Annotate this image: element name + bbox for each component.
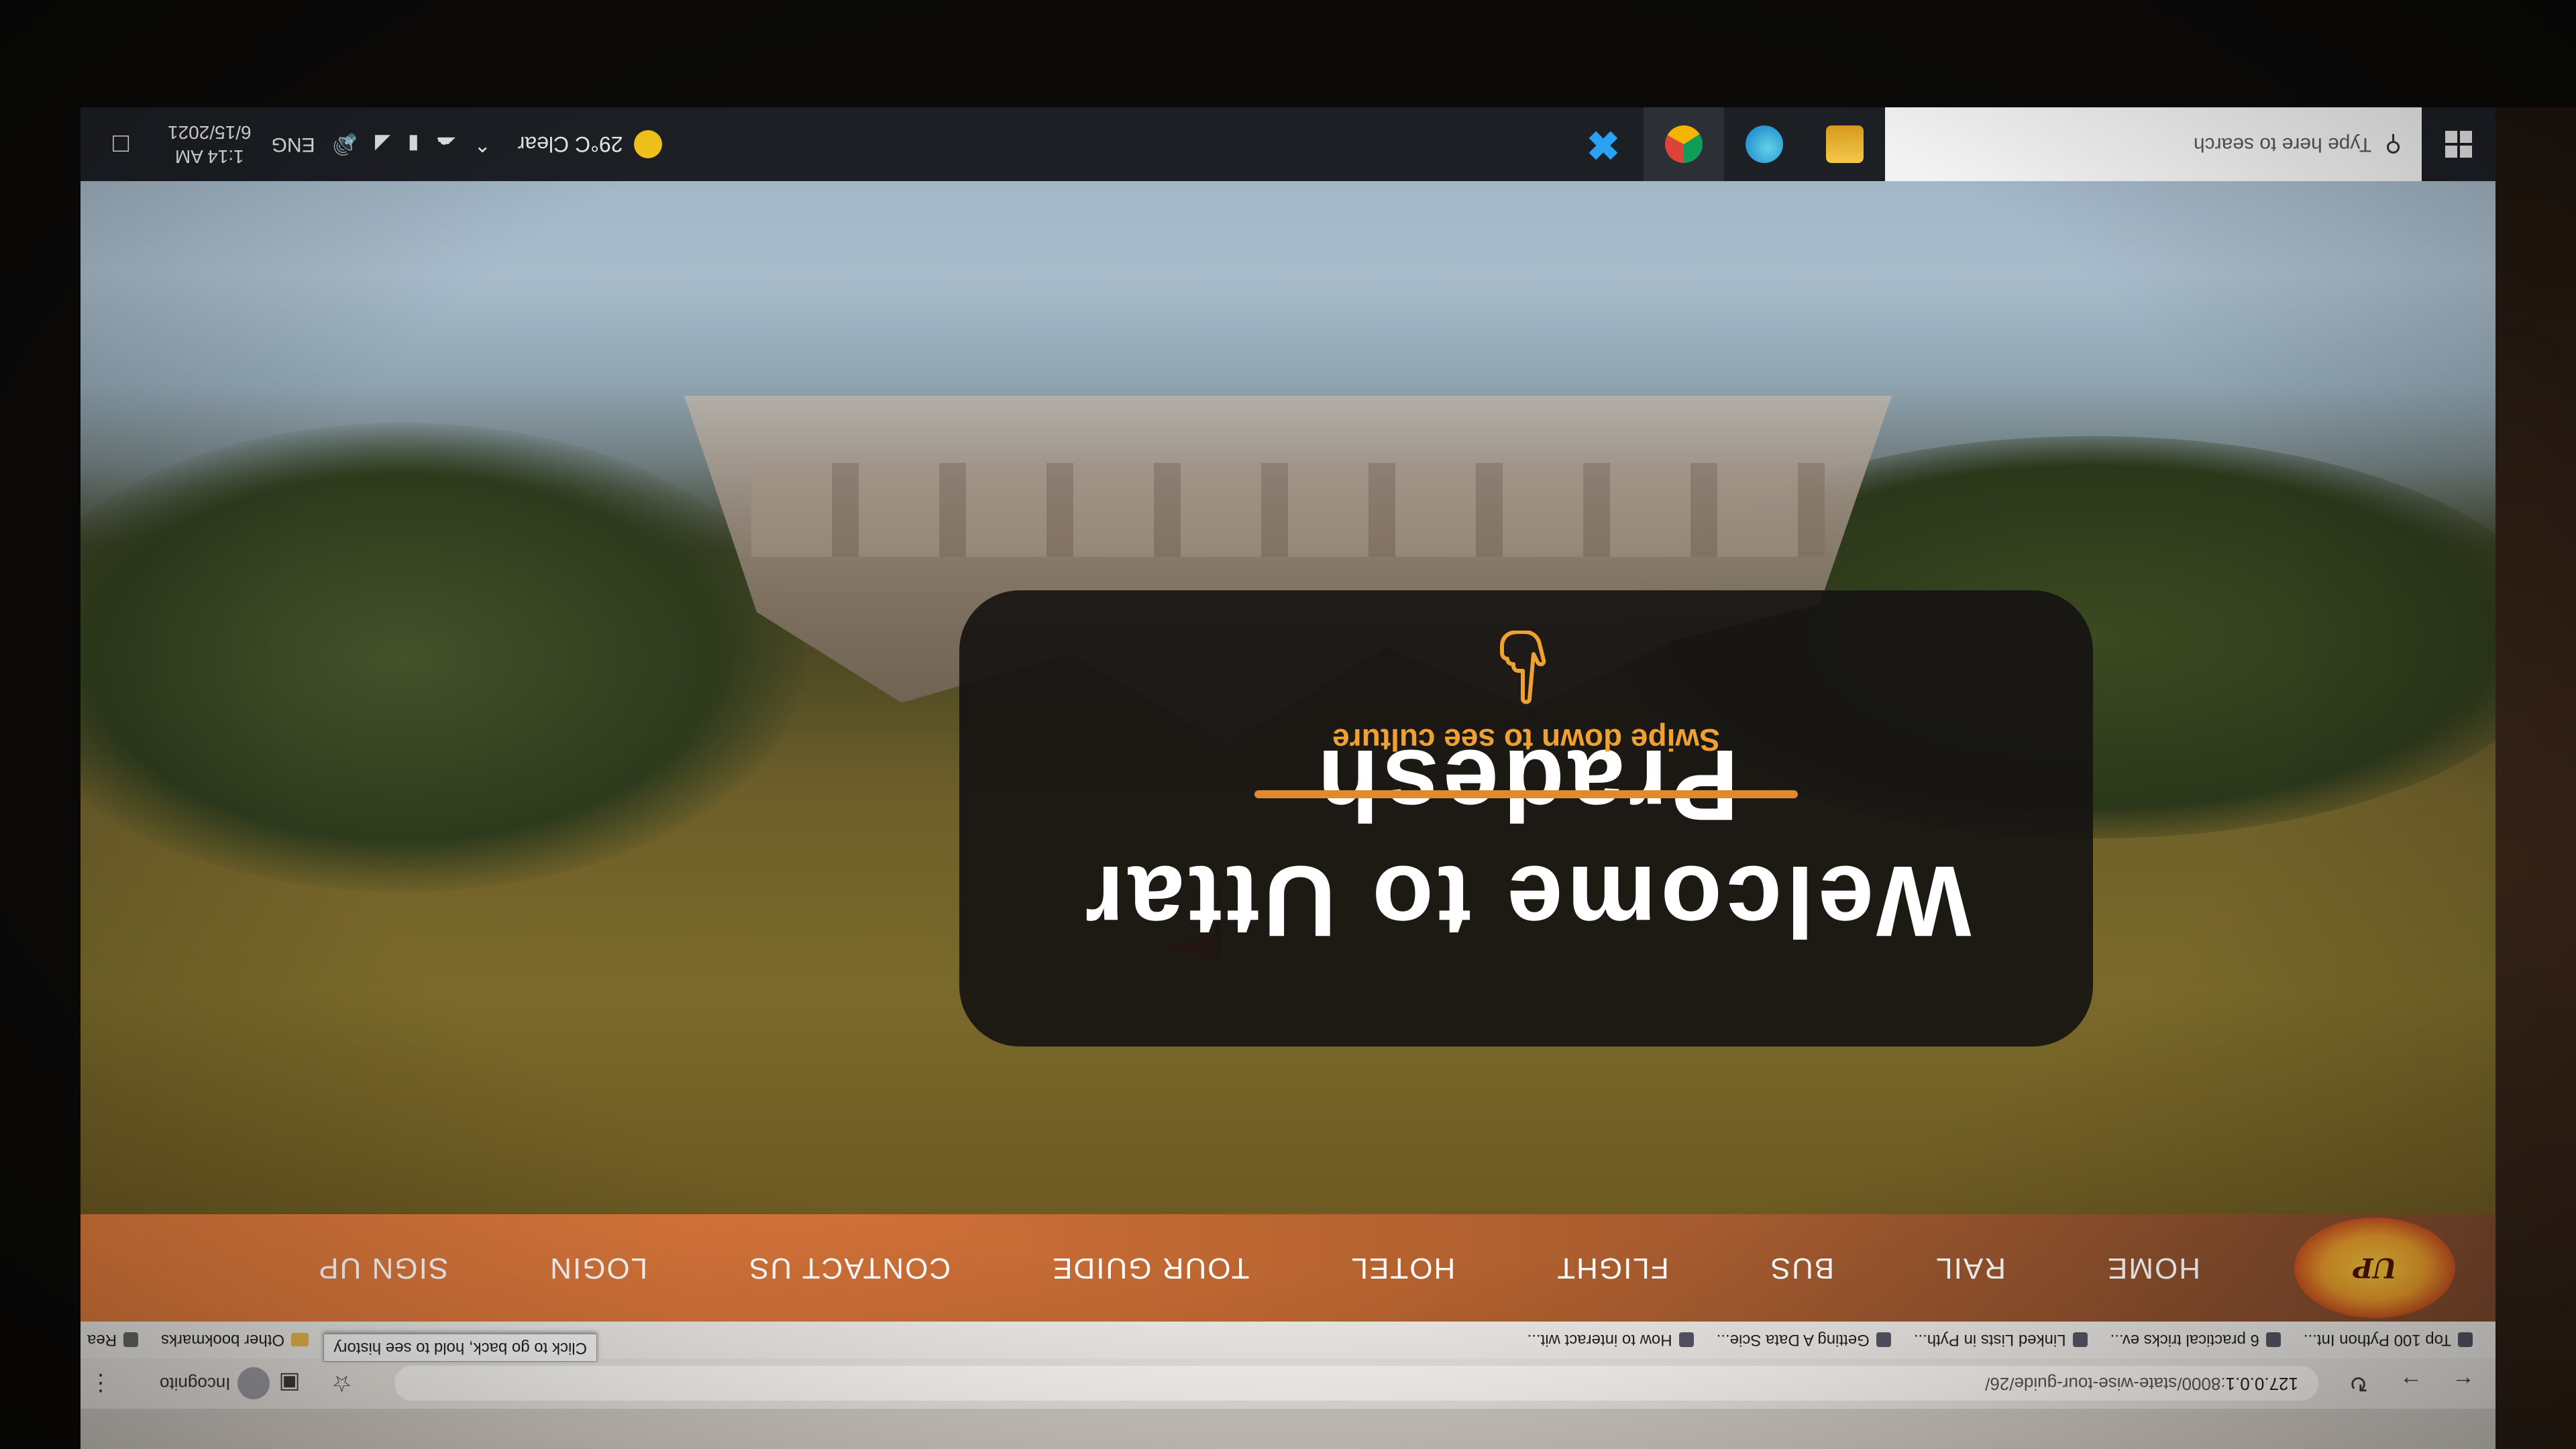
swipe-down-text: Swipe down to see culture <box>1332 722 1720 757</box>
incognito-indicator[interactable]: Incognito <box>160 1367 270 1400</box>
hero-trees-right <box>80 423 805 892</box>
taskbar-search-placeholder: Type here to search <box>2193 133 2372 156</box>
file-explorer-icon <box>1826 125 1864 163</box>
incognito-label: Incognito <box>160 1374 231 1394</box>
taskbar-weather[interactable]: 29°C Clear <box>518 130 662 158</box>
clock-date: 6/15/2021 <box>168 122 252 143</box>
windows-start-button[interactable] <box>2422 107 2496 181</box>
url-host: 127.0.0.1 <box>2225 1374 2298 1394</box>
taskbar-edge[interactable] <box>1724 107 1805 181</box>
taskbar-file-explorer[interactable] <box>1805 107 1885 181</box>
system-tray: ⌃ ☁ ▮ ◢ 🔊 ENG <box>272 133 491 156</box>
hero-section: Welcome to Uttar Pradesh Swipe down to s… <box>80 107 2496 1214</box>
forward-icon[interactable]: → <box>2391 1364 2431 1404</box>
nav-hotel[interactable]: HOTEL <box>1350 1251 1456 1285</box>
extension-icon[interactable]: ▣ <box>270 1364 310 1404</box>
other-bookmarks-folder[interactable]: Other bookmarks <box>161 1331 309 1350</box>
tab-strip <box>80 1409 2496 1449</box>
nav-tour-guide[interactable]: TOUR GUIDE <box>1051 1251 1249 1285</box>
star-icon[interactable]: ☆ <box>322 1364 362 1404</box>
reload-icon[interactable]: ↻ <box>2339 1364 2379 1404</box>
back-icon[interactable]: ← <box>2443 1364 2483 1404</box>
onedrive-icon[interactable]: ☁ <box>437 133 457 156</box>
taskbar-clock[interactable]: 1:14 AM 6/15/2021 <box>168 120 252 168</box>
volume-icon[interactable]: 🔊 <box>333 133 358 156</box>
bookmark-favicon-icon <box>2265 1332 2281 1348</box>
nav-rail[interactable]: RAIL <box>1935 1251 2006 1285</box>
bookmark-favicon-icon <box>1876 1332 1891 1348</box>
room-background <box>2496 0 2576 1449</box>
reading-list-button[interactable]: Rea <box>87 1331 139 1350</box>
tray-expand-icon[interactable]: ⌃ <box>474 133 491 156</box>
windows-logo-icon <box>2445 131 2472 158</box>
monitor-bezel-bottom <box>0 0 2576 107</box>
browser-toolbar: ← → ↻ 127.0.0.1:8000/state-wise-tour-gui… <box>80 1358 2496 1409</box>
nav-login[interactable]: LOGIN <box>549 1251 647 1285</box>
folder-icon <box>291 1333 309 1347</box>
monitor-screen: ← → ↻ 127.0.0.1:8000/state-wise-tour-gui… <box>0 0 2576 1449</box>
wifi-icon[interactable]: ◢ <box>375 133 390 156</box>
welcome-card: Welcome to Uttar Pradesh Swipe down to s… <box>959 590 2093 1046</box>
vscode-icon: ✖ <box>1586 122 1621 167</box>
notification-center-icon[interactable]: □ <box>101 124 141 164</box>
pointing-hand-icon[interactable] <box>1496 631 1556 704</box>
taskbar-chrome[interactable] <box>1644 107 1724 181</box>
site-logo[interactable]: UP <box>2294 1218 2455 1318</box>
monitor-bezel <box>0 0 80 1449</box>
bookmark-item[interactable]: Getting A Data Scie... <box>1717 1331 1891 1350</box>
bookmark-favicon-icon <box>2072 1332 2088 1348</box>
windows-taskbar: ⚲ Type here to search ✖ 29°C Clear ⌃ ☁ ▮… <box>80 107 2496 181</box>
hero-temple-pillars <box>751 463 1825 557</box>
search-icon: ⚲ <box>2385 131 2402 157</box>
bookmark-favicon-icon <box>1678 1332 1694 1348</box>
welcome-title: Welcome to Uttar Pradesh <box>1081 729 1972 958</box>
incognito-icon <box>237 1367 270 1400</box>
taskbar-search-box[interactable]: ⚲ Type here to search <box>1885 107 2422 181</box>
bookmark-favicon-icon <box>2458 1332 2473 1348</box>
nav-home[interactable]: HOME <box>2106 1251 2200 1285</box>
bookmark-item[interactable]: Top 100 Python Int... <box>2304 1331 2473 1350</box>
title-divider <box>1254 790 1798 798</box>
url-path: :8000/state-wise-tour-guide/26/ <box>1985 1374 2226 1394</box>
back-button-tooltip: Click to go back, hold to see history <box>323 1334 597 1362</box>
nav-sign-up[interactable]: SIGN UP <box>317 1251 448 1285</box>
nav-bus[interactable]: BUS <box>1770 1251 1834 1285</box>
browser-chrome: ← → ↻ 127.0.0.1:8000/state-wise-tour-gui… <box>80 1322 2496 1449</box>
bookmark-item[interactable]: How to interact wit... <box>1527 1331 1694 1350</box>
site-navbar: UP HOME RAIL BUS FLIGHT HOTEL TOUR GUIDE… <box>80 1214 2496 1322</box>
address-bar[interactable]: 127.0.0.1:8000/state-wise-tour-guide/26/ <box>394 1366 2318 1401</box>
language-indicator[interactable]: ENG <box>272 133 315 156</box>
battery-icon[interactable]: ▮ <box>408 133 419 156</box>
clock-time: 1:14 AM <box>174 146 244 167</box>
bookmark-item[interactable]: 6 practical tricks ev... <box>2110 1331 2281 1350</box>
menu-icon[interactable]: ⋮ <box>80 1364 121 1404</box>
weather-moon-icon <box>633 130 662 158</box>
reading-list-icon <box>123 1332 139 1348</box>
logo-text: UP <box>2353 1252 2397 1284</box>
weather-text: 29°C Clear <box>517 132 623 157</box>
chrome-browser-icon <box>1665 125 1703 163</box>
edge-browser-icon <box>1746 125 1783 163</box>
bookmark-item[interactable]: Linked Lists in Pyth... <box>1914 1331 2088 1350</box>
nav-flight[interactable]: FLIGHT <box>1556 1251 1668 1285</box>
nav-contact-us[interactable]: CONTACT US <box>748 1251 951 1285</box>
taskbar-vscode[interactable]: ✖ <box>1563 107 1644 181</box>
